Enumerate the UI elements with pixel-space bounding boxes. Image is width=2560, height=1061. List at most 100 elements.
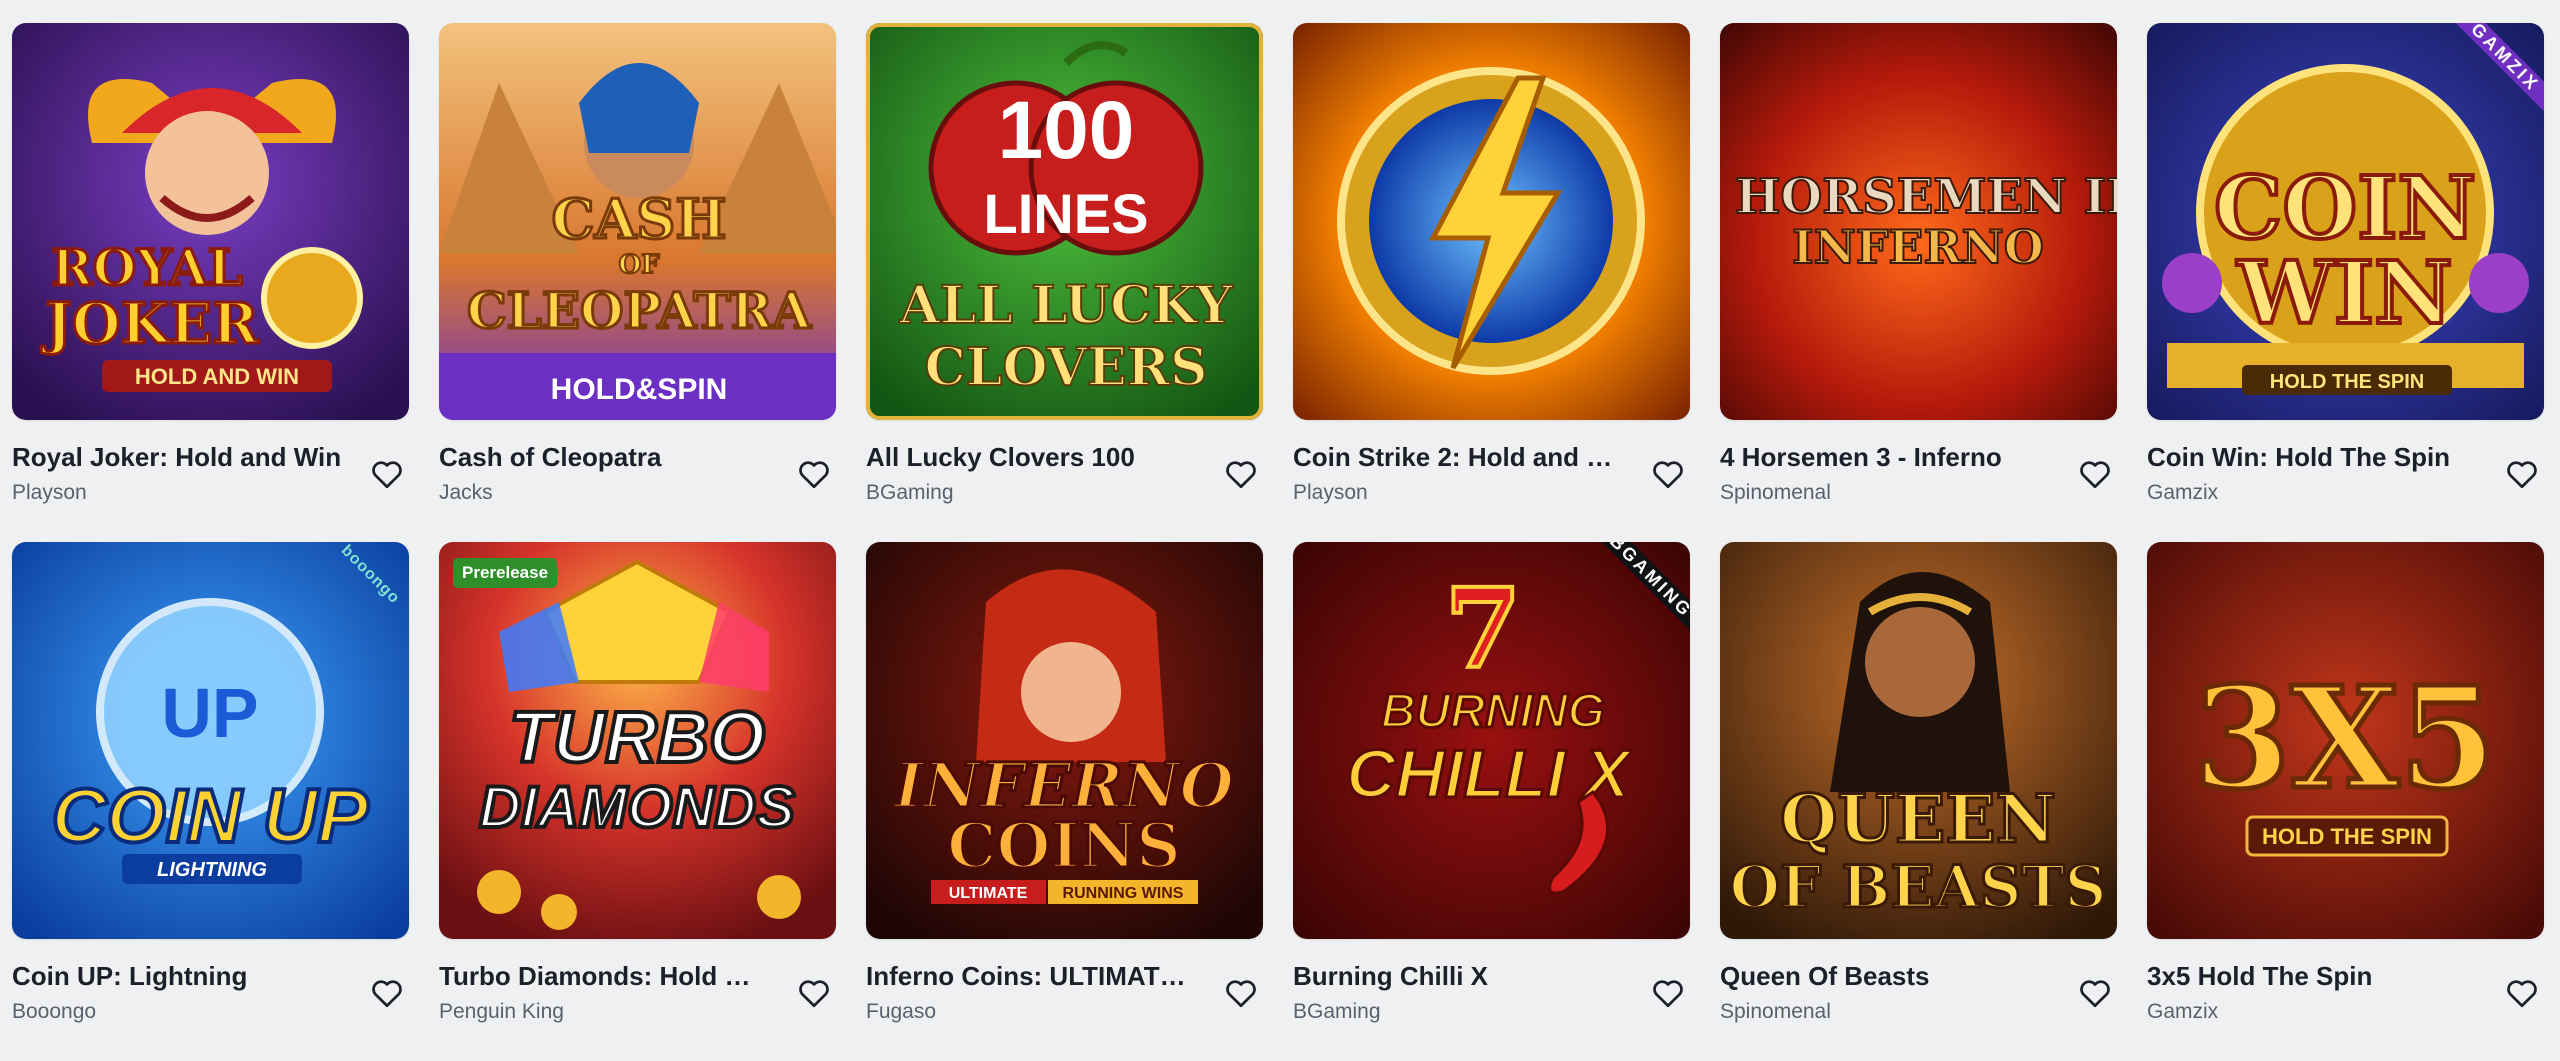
favorite-heart-icon[interactable] bbox=[2075, 454, 2115, 494]
art-line: INFERNO bbox=[1792, 220, 2044, 274]
art-line: 4 HORSEMEN III bbox=[1720, 169, 2117, 225]
game-title[interactable]: Coin UP: Lightning bbox=[12, 959, 342, 993]
art-line: BURNING bbox=[1381, 685, 1605, 738]
game-provider: BGaming bbox=[866, 481, 954, 504]
game-provider: Spinomenal bbox=[1720, 1000, 1831, 1023]
game-card[interactable]: Coin Strike 2: Hold and Win Playson bbox=[1293, 23, 1690, 542]
game-provider: Spinomenal bbox=[1720, 481, 1831, 504]
art-line: CLEOPATRA bbox=[467, 281, 812, 340]
game-provider: Penguin King bbox=[439, 1000, 564, 1023]
favorite-heart-icon[interactable] bbox=[1221, 973, 1261, 1013]
game-card[interactable]: 4 HORSEMEN III INFERNO 4 Horsemen 3 - In… bbox=[1720, 23, 2117, 542]
game-card[interactable]: INFERNO COINS ULTIMATE RUNNING WINS Infe… bbox=[866, 542, 1263, 1061]
game-art: CASH OF CLEOPATRA HOLD&SPIN bbox=[439, 23, 836, 420]
art-line: ULTIMATE bbox=[949, 885, 1028, 902]
game-thumbnail[interactable]: 4 HORSEMEN III INFERNO bbox=[1720, 23, 2117, 420]
art-line: ALL LUCKY bbox=[899, 275, 1234, 336]
art-line: COINS bbox=[947, 809, 1181, 882]
favorite-heart-icon[interactable] bbox=[794, 973, 834, 1013]
art-line: LINES bbox=[984, 182, 1149, 245]
game-art: COIN WIN HOLD THE SPIN bbox=[2147, 23, 2544, 420]
game-art: QUEEN OF BEASTS bbox=[1720, 542, 2117, 939]
game-title[interactable]: Inferno Coins: ULTIMATE RU... bbox=[866, 959, 1196, 993]
game-thumbnail[interactable]: UP COIN UP LIGHTNING booongo bbox=[12, 542, 409, 939]
favorite-heart-icon[interactable] bbox=[1221, 454, 1261, 494]
game-art: 100 LINES ALL LUCKY CLOVERS bbox=[866, 23, 1263, 420]
art-line: CLOVERS bbox=[924, 337, 1207, 398]
game-title[interactable]: Royal Joker: Hold and Win bbox=[12, 440, 342, 474]
art-line: 100 bbox=[998, 85, 1135, 176]
favorite-heart-icon[interactable] bbox=[1648, 454, 1688, 494]
game-provider: Playson bbox=[1293, 481, 1368, 504]
game-art: 4 HORSEMEN III INFERNO bbox=[1720, 23, 2117, 420]
game-title[interactable]: All Lucky Clovers 100 bbox=[866, 440, 1196, 474]
game-thumbnail[interactable]: ROYAL JOKER HOLD AND WIN bbox=[12, 23, 409, 420]
game-card[interactable]: 100 LINES ALL LUCKY CLOVERS All Lucky Cl… bbox=[866, 23, 1263, 542]
game-card[interactable]: ROYAL JOKER HOLD AND WIN Royal Joker: Ho… bbox=[12, 23, 409, 542]
art-line: TURBO bbox=[509, 698, 765, 778]
game-thumbnail[interactable]: 7 BURNING CHILLI X BGAMING bbox=[1293, 542, 1690, 939]
favorite-heart-icon[interactable] bbox=[1648, 973, 1688, 1013]
game-grid: ROYAL JOKER HOLD AND WIN Royal Joker: Ho… bbox=[12, 23, 2556, 1061]
game-title[interactable]: 4 Horsemen 3 - Inferno bbox=[1720, 440, 2050, 474]
game-thumbnail[interactable]: COIN WIN HOLD THE SPIN GAMZIX bbox=[2147, 23, 2544, 420]
art-line: UP bbox=[161, 674, 258, 752]
favorite-heart-icon[interactable] bbox=[2075, 973, 2115, 1013]
prerelease-badge: Prerelease bbox=[453, 558, 558, 588]
game-thumbnail[interactable]: 3X5 HOLD THE SPIN bbox=[2147, 542, 2544, 939]
game-card[interactable]: 3X5 HOLD THE SPIN 3x5 Hold The Spin Gamz… bbox=[2147, 542, 2544, 1061]
game-card[interactable]: TURBO DIAMONDS Prerelease Turbo Diamonds… bbox=[439, 542, 836, 1061]
game-thumbnail[interactable]: QUEEN OF BEASTS bbox=[1720, 542, 2117, 939]
game-card[interactable]: 7 BURNING CHILLI X BGAMING Burning Chill… bbox=[1293, 542, 1690, 1061]
game-art: TURBO DIAMONDS bbox=[439, 542, 836, 939]
game-provider: BGaming bbox=[1293, 1000, 1381, 1023]
game-thumbnail[interactable]: TURBO DIAMONDS Prerelease bbox=[439, 542, 836, 939]
art-line: JOKER bbox=[40, 291, 259, 357]
game-title[interactable]: Coin Win: Hold The Spin bbox=[2147, 440, 2477, 474]
favorite-heart-icon[interactable] bbox=[367, 973, 407, 1013]
art-line: OF bbox=[618, 250, 660, 280]
game-provider: Gamzix bbox=[2147, 481, 2219, 504]
game-provider: Fugaso bbox=[866, 1000, 937, 1023]
game-card[interactable]: COIN WIN HOLD THE SPIN GAMZIX Coin Win: … bbox=[2147, 23, 2544, 542]
favorite-heart-icon[interactable] bbox=[2502, 973, 2542, 1013]
art-line: HOLD AND WIN bbox=[135, 364, 299, 389]
game-title[interactable]: Burning Chilli X bbox=[1293, 959, 1623, 993]
game-thumbnail[interactable]: CASH OF CLEOPATRA HOLD&SPIN bbox=[439, 23, 836, 420]
game-art: 3X5 HOLD THE SPIN bbox=[2147, 542, 2544, 939]
art-line: HOLD THE SPIN bbox=[2270, 371, 2424, 393]
art-line: COIN UP bbox=[52, 774, 369, 859]
art-line: OF BEASTS bbox=[1729, 853, 2106, 921]
art-line: LIGHTNING bbox=[157, 859, 267, 881]
art-line: DIAMONDS bbox=[479, 775, 795, 840]
game-card[interactable]: QUEEN OF BEASTS Queen Of Beasts Spinomen… bbox=[1720, 542, 2117, 1061]
art-line: HOLD THE SPIN bbox=[2262, 824, 2432, 849]
game-title[interactable]: Turbo Diamonds: Hold & Win bbox=[439, 959, 769, 993]
favorite-heart-icon[interactable] bbox=[794, 454, 834, 494]
favorite-heart-icon[interactable] bbox=[2502, 454, 2542, 494]
art-line: RUNNING WINS bbox=[1063, 885, 1184, 902]
game-title[interactable]: Cash of Cleopatra bbox=[439, 440, 769, 474]
art-line: CASH bbox=[552, 187, 727, 251]
game-card[interactable]: UP COIN UP LIGHTNING booongo Coin UP: Li… bbox=[12, 542, 409, 1061]
game-provider: Jacks bbox=[439, 481, 493, 504]
game-art: 7 BURNING CHILLI X bbox=[1293, 542, 1690, 939]
game-thumbnail[interactable]: 100 LINES ALL LUCKY CLOVERS bbox=[866, 23, 1263, 420]
game-title[interactable]: Queen Of Beasts bbox=[1720, 959, 2050, 993]
art-line: 3X5 bbox=[2193, 657, 2496, 821]
game-art bbox=[1293, 23, 1690, 420]
game-art: INFERNO COINS ULTIMATE RUNNING WINS bbox=[866, 542, 1263, 939]
art-line: WIN bbox=[2236, 243, 2452, 344]
art-line: ROYAL bbox=[51, 238, 243, 297]
game-title[interactable]: 3x5 Hold The Spin bbox=[2147, 959, 2477, 993]
art-line: QUEEN bbox=[1780, 780, 2056, 858]
favorite-heart-icon[interactable] bbox=[367, 454, 407, 494]
art-line: 7 bbox=[1445, 564, 1522, 693]
art-line: HOLD&SPIN bbox=[551, 373, 728, 406]
game-card[interactable]: CASH OF CLEOPATRA HOLD&SPIN Cash of Cleo… bbox=[439, 23, 836, 542]
game-provider: Gamzix bbox=[2147, 1000, 2219, 1023]
game-title[interactable]: Coin Strike 2: Hold and Win bbox=[1293, 440, 1623, 474]
game-thumbnail[interactable]: INFERNO COINS ULTIMATE RUNNING WINS bbox=[866, 542, 1263, 939]
game-thumbnail[interactable] bbox=[1293, 23, 1690, 420]
game-provider: Playson bbox=[12, 481, 87, 504]
